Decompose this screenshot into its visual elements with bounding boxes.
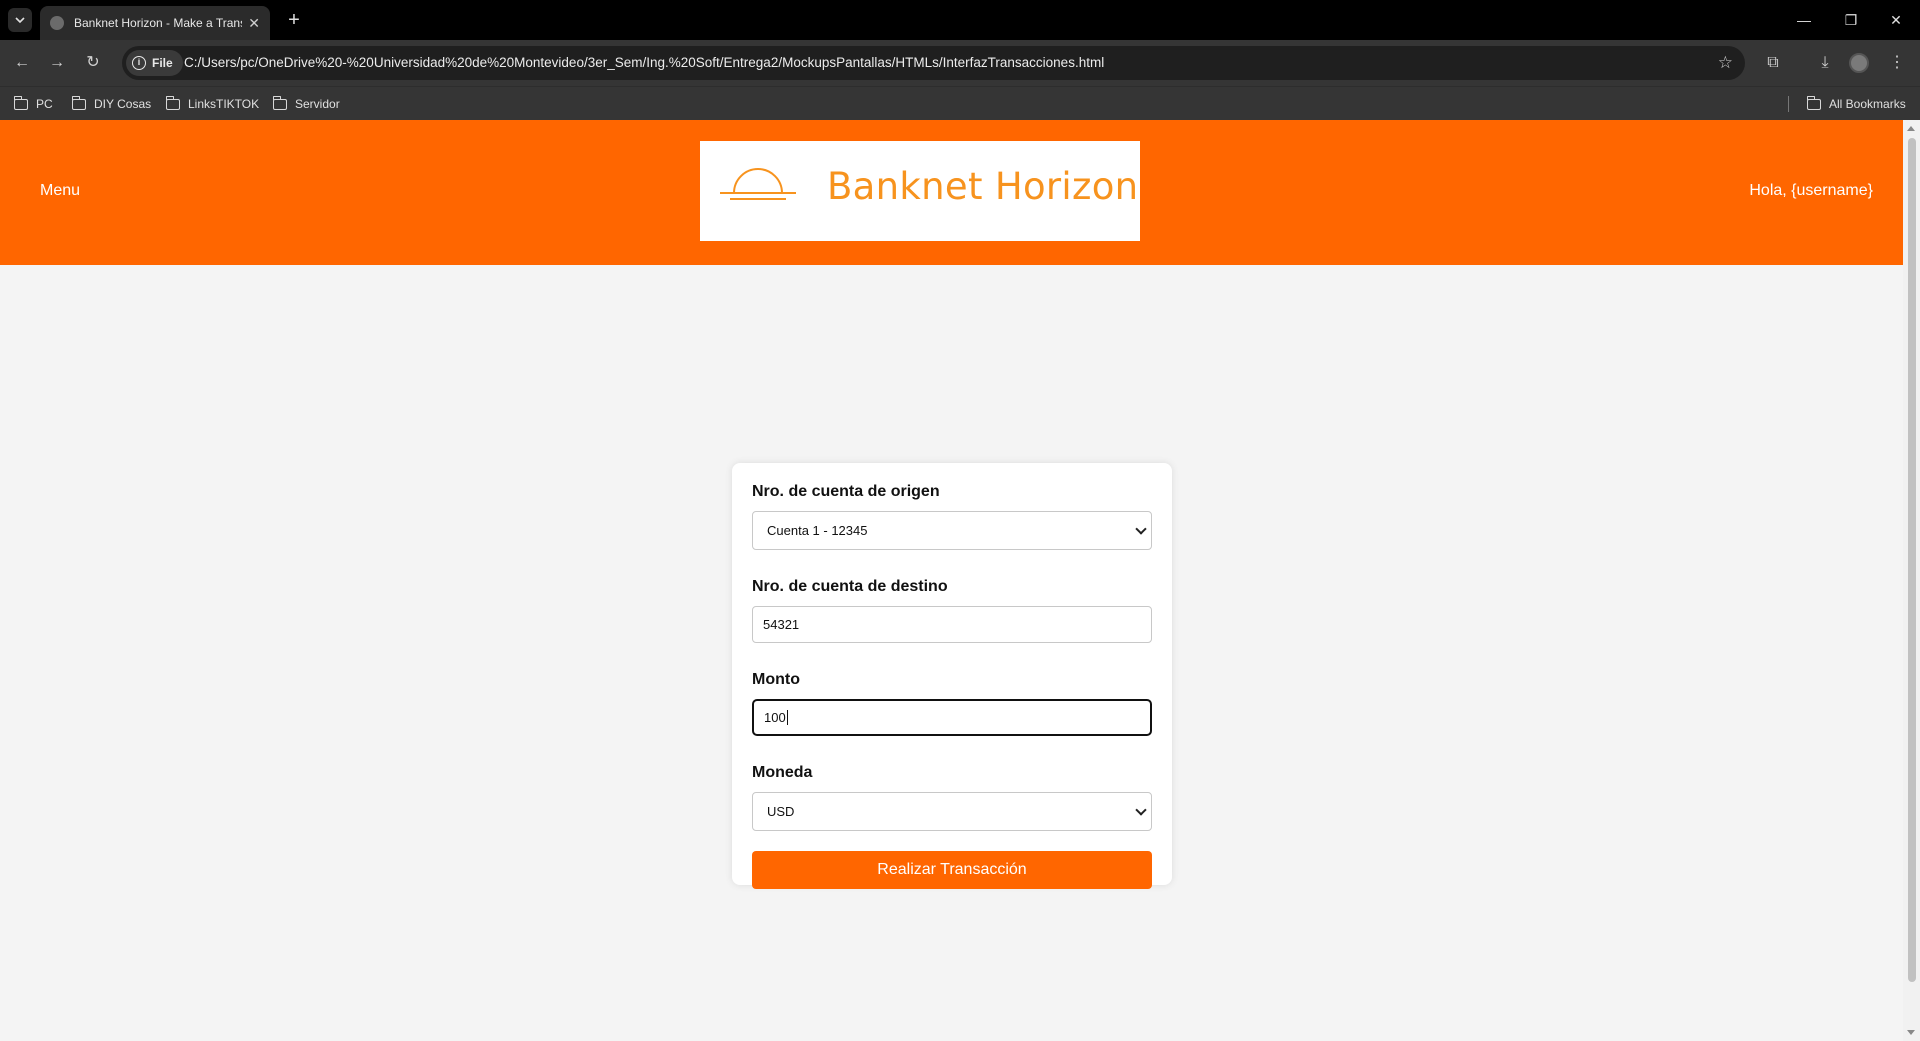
- download-icon[interactable]: ⤓: [1813, 51, 1837, 75]
- sunrise-logo-icon: [720, 168, 796, 200]
- currency-label: Moneda: [752, 764, 813, 781]
- currency-value: USD: [767, 804, 795, 819]
- extensions-puzzle-icon[interactable]: ⧉: [1761, 51, 1785, 75]
- bookmark-diy-cosas[interactable]: DIY Cosas: [71, 94, 152, 114]
- tab-search-button[interactable]: [8, 8, 32, 32]
- folder-icon: [165, 95, 180, 110]
- scroll-down-arrow-icon[interactable]: [1907, 1030, 1915, 1035]
- back-arrow-icon[interactable]: ←: [10, 51, 34, 75]
- origin-account-select[interactable]: Cuenta 1 - 12345: [752, 511, 1152, 550]
- bookmark-star-icon[interactable]: ☆: [1718, 53, 1733, 73]
- minimize-icon[interactable]: —: [1789, 8, 1819, 32]
- all-bookmarks-label: All Bookmarks: [1829, 97, 1906, 111]
- bookmark-label: Servidor: [295, 97, 340, 111]
- bookmark-linkstiktok[interactable]: LinksTIKTOK: [165, 94, 260, 114]
- tab-title: Banknet Horizon - Make a Transaction: [74, 16, 242, 30]
- chevron-down-icon: [15, 17, 25, 24]
- browser-tab-active[interactable]: Banknet Horizon - Make a Transaction ✕: [40, 6, 270, 40]
- globe-icon: [50, 16, 64, 30]
- browser-toolbar: ← → ↻ i File C:/Users/pc/OneDrive%20-%20…: [0, 40, 1920, 86]
- kebab-menu-icon[interactable]: ⋮: [1885, 51, 1909, 75]
- amount-value: 100: [764, 710, 786, 725]
- brand-logo: Banknet Horizon: [700, 141, 1140, 241]
- site-header: Menu Banknet Horizon Hola, {username}: [0, 120, 1903, 265]
- bookmark-pc[interactable]: PC: [13, 94, 53, 114]
- bookmarks-bar: PC DIY Cosas LinksTIKTOK Servidor All Bo…: [0, 86, 1920, 120]
- bookmark-servidor[interactable]: Servidor: [272, 94, 340, 114]
- scrollbar-thumb[interactable]: [1908, 138, 1916, 982]
- transaction-form: Nro. de cuenta de origen Cuenta 1 - 1234…: [732, 463, 1172, 889]
- currency-select[interactable]: USD: [752, 792, 1152, 831]
- chevron-down-icon: [1135, 522, 1147, 535]
- browser-tab-bar: Banknet Horizon - Make a Transaction ✕ +…: [0, 0, 1920, 40]
- folder-icon: [71, 95, 86, 110]
- brand-name: Banknet Horizon: [827, 165, 1139, 208]
- site-chip-label: File: [152, 56, 173, 70]
- user-greeting: Hola, {username}: [1749, 182, 1873, 199]
- menu-link[interactable]: Menu: [40, 182, 80, 200]
- folder-icon: [1806, 95, 1821, 110]
- url-text[interactable]: C:/Users/pc/OneDrive%20-%20Universidad%2…: [184, 55, 1104, 70]
- destination-account-input[interactable]: 54321: [752, 606, 1152, 643]
- amount-label: Monto: [752, 671, 800, 688]
- site-info-chip[interactable]: i File: [126, 50, 183, 76]
- page-viewport: Menu Banknet Horizon Hola, {username} Nr…: [0, 120, 1903, 1041]
- bookmark-label: LinksTIKTOK: [188, 97, 260, 111]
- all-bookmarks[interactable]: All Bookmarks: [1806, 94, 1906, 114]
- destination-account-label: Nro. de cuenta de destino: [752, 578, 948, 595]
- submit-transaction-button[interactable]: Realizar Transacción: [752, 851, 1152, 889]
- origin-account-label: Nro. de cuenta de origen: [752, 483, 940, 500]
- close-icon[interactable]: ✕: [248, 15, 260, 32]
- new-tab-button[interactable]: +: [282, 8, 306, 32]
- profile-avatar[interactable]: [1849, 53, 1869, 73]
- address-bar[interactable]: i File C:/Users/pc/OneDrive%20-%20Univer…: [122, 46, 1745, 80]
- bookmark-label: PC: [36, 97, 53, 111]
- bookmarks-separator: [1788, 96, 1789, 112]
- reload-icon[interactable]: ↻: [81, 51, 105, 75]
- text-cursor: [786, 710, 788, 725]
- amount-input[interactable]: 100: [752, 699, 1152, 736]
- folder-icon: [272, 95, 287, 110]
- close-window-icon[interactable]: ✕: [1881, 8, 1911, 32]
- destination-account-value: 54321: [763, 617, 800, 632]
- folder-icon: [13, 95, 28, 110]
- scroll-up-arrow-icon[interactable]: [1907, 126, 1915, 131]
- chevron-down-icon: [1135, 803, 1147, 816]
- page-scrollbar[interactable]: [1903, 120, 1920, 1041]
- restore-icon[interactable]: ❐: [1836, 8, 1866, 32]
- info-icon: i: [132, 56, 146, 70]
- bookmark-label: DIY Cosas: [94, 97, 152, 111]
- forward-arrow-icon[interactable]: →: [45, 51, 69, 75]
- origin-account-value: Cuenta 1 - 12345: [767, 523, 868, 538]
